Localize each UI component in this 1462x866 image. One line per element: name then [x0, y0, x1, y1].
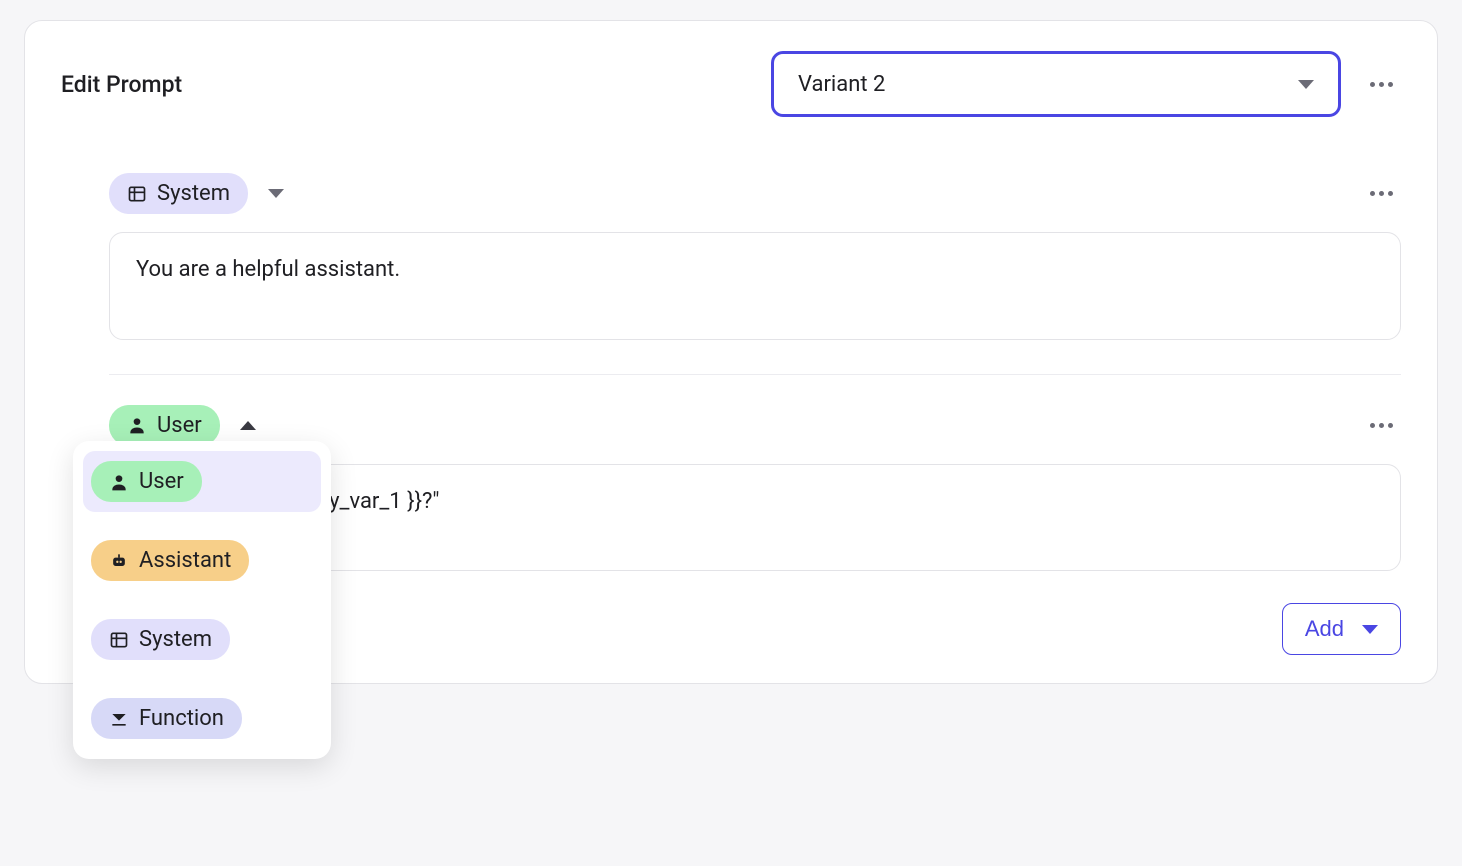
chevron-down-icon	[1298, 80, 1314, 89]
panel-header: Edit Prompt Variant 2	[61, 51, 1401, 117]
role-option-assistant[interactable]: Assistant	[83, 530, 321, 591]
chevron-down-icon	[268, 189, 284, 198]
role-picker-menu: User Assistant System	[73, 441, 331, 759]
role-option-label: Assistant	[139, 548, 231, 573]
role-chip-user: User	[91, 461, 202, 502]
message-more-button[interactable]	[1361, 405, 1401, 445]
message-block-system: System	[109, 173, 1401, 344]
assistant-icon	[109, 551, 129, 571]
chevron-up-icon	[240, 421, 256, 430]
more-horizontal-icon	[1370, 82, 1393, 87]
message-header: System	[109, 173, 1401, 214]
role-chip-system[interactable]: System	[109, 173, 248, 214]
panel-more-button[interactable]	[1361, 64, 1401, 104]
role-option-label: User	[139, 469, 184, 494]
variant-select-label: Variant 2	[798, 72, 885, 97]
user-icon	[127, 415, 147, 435]
message-header-left: User	[109, 405, 260, 446]
variant-select[interactable]: Variant 2	[771, 51, 1341, 117]
header-left: Edit Prompt	[61, 71, 182, 98]
role-chip-label: User	[157, 413, 202, 438]
divider	[109, 374, 1401, 375]
role-chip-assistant: Assistant	[91, 540, 249, 581]
message-content-input[interactable]	[109, 232, 1401, 340]
function-icon	[109, 709, 129, 729]
role-option-function[interactable]: Function	[83, 688, 321, 749]
user-icon	[109, 472, 129, 492]
message-header-left: System	[109, 173, 288, 214]
role-chip-label: System	[157, 181, 230, 206]
page-title: Edit Prompt	[61, 71, 182, 98]
role-option-label: System	[139, 627, 212, 652]
role-chip-function: Function	[91, 698, 242, 739]
header-right: Variant 2	[771, 51, 1401, 117]
system-icon	[127, 184, 147, 204]
message-more-button[interactable]	[1361, 174, 1401, 214]
more-horizontal-icon	[1370, 423, 1393, 428]
role-picker-toggle[interactable]	[264, 182, 288, 206]
add-button-label: Add	[1305, 616, 1344, 642]
role-option-label: Function	[139, 706, 224, 731]
role-option-user[interactable]: User	[83, 451, 321, 512]
system-icon	[109, 630, 129, 650]
message-header: User	[109, 405, 1401, 446]
role-option-system[interactable]: System	[83, 609, 321, 670]
role-chip-system: System	[91, 619, 230, 660]
add-message-button[interactable]: Add	[1282, 603, 1401, 655]
edit-prompt-panel: Edit Prompt Variant 2 System	[24, 20, 1438, 684]
chevron-down-icon	[1362, 625, 1378, 634]
role-chip-user[interactable]: User	[109, 405, 220, 446]
role-picker-toggle[interactable]	[236, 413, 260, 437]
more-horizontal-icon	[1370, 191, 1393, 196]
